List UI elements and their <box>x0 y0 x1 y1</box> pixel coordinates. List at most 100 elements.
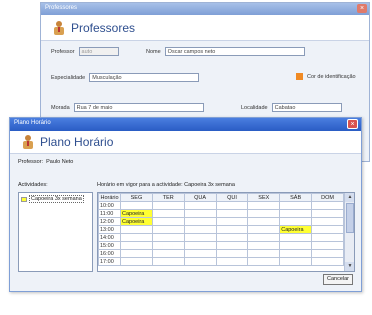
schedule-cell[interactable] <box>183 249 217 258</box>
scroll-thumb[interactable] <box>346 203 354 233</box>
schedule-cell[interactable] <box>247 217 281 226</box>
schedule-cell[interactable] <box>120 225 153 234</box>
teacher-icon <box>22 135 34 149</box>
schedule-cell[interactable] <box>151 249 185 258</box>
time-cell: 16:00 <box>98 249 121 258</box>
teacher-icon <box>53 20 65 35</box>
schedule-cell[interactable] <box>279 249 313 258</box>
nome-field[interactable]: Oscar campos neto <box>164 47 305 56</box>
professor-label: Professor <box>51 48 75 55</box>
schedule-cell[interactable] <box>247 241 281 250</box>
schedule-cell[interactable] <box>279 217 313 226</box>
schedule-cell[interactable] <box>215 249 249 258</box>
scroll-down-icon[interactable]: ▼ <box>345 262 354 271</box>
schedule-cell[interactable] <box>215 241 249 250</box>
schedule-cell[interactable] <box>151 257 185 266</box>
schedule-cell[interactable] <box>279 241 313 250</box>
schedule-cell[interactable] <box>247 257 281 266</box>
schedule-cell[interactable] <box>311 233 344 242</box>
schedule-cell[interactable] <box>311 257 344 266</box>
time-cell: 17:00 <box>98 257 121 266</box>
activities-list[interactable]: Capoeira 3x semana <box>18 192 93 272</box>
schedule-cell[interactable] <box>120 257 153 266</box>
schedule-cell[interactable] <box>183 217 217 226</box>
table-row: 16:00 <box>98 249 344 258</box>
schedule-cell[interactable] <box>120 201 153 210</box>
professor-id-field[interactable]: auto <box>78 47 119 56</box>
schedule-cell[interactable] <box>247 201 281 210</box>
column-header-sab: SÁB <box>279 193 313 202</box>
schedule-cell[interactable] <box>215 233 249 242</box>
schedule-cell[interactable] <box>215 225 249 234</box>
table-row: 12:00 Capoeira <box>98 217 344 226</box>
schedule-cell[interactable] <box>151 225 185 234</box>
professor-label: Professor: <box>18 159 44 165</box>
time-cell: 11:00 <box>98 209 121 218</box>
schedule-cell[interactable] <box>183 233 217 242</box>
localidade-field[interactable]: Cabatao <box>271 103 342 112</box>
schedule-cell[interactable] <box>279 233 313 242</box>
schedule-cell[interactable] <box>279 209 313 218</box>
schedule-cell[interactable] <box>183 257 217 266</box>
schedule-cell[interactable]: Capoeira <box>120 209 153 218</box>
schedule-cell[interactable] <box>120 233 153 242</box>
schedule-cell[interactable] <box>247 233 281 242</box>
schedule-cell[interactable] <box>311 249 344 258</box>
plano-horario-titlebar[interactable]: Plano Horário × <box>10 118 361 131</box>
schedule-cell[interactable] <box>120 249 153 258</box>
cancelar-button[interactable]: Cancelar <box>323 274 353 285</box>
schedule-cell[interactable] <box>151 209 185 218</box>
morada-field[interactable]: Rua 7 de maio <box>73 103 204 112</box>
schedule-cell[interactable] <box>120 241 153 250</box>
schedule-scrollbar[interactable]: ▲ ▼ <box>344 193 354 271</box>
schedule-cell[interactable] <box>215 201 249 210</box>
schedule-cell[interactable] <box>311 241 344 250</box>
professores-titlebar[interactable]: Professores × <box>41 3 369 15</box>
column-header-qui: QUI <box>215 193 249 202</box>
schedule-label: Horário em vigor para a actividade: Capo… <box>97 182 235 188</box>
schedule-cell[interactable] <box>311 217 344 226</box>
nome-label: Nome <box>146 48 161 55</box>
schedule-cell[interactable] <box>279 201 313 210</box>
plano-horario-close-icon[interactable]: × <box>347 119 358 129</box>
schedule-cell[interactable] <box>183 225 217 234</box>
column-header-ter: TER <box>151 193 185 202</box>
schedule-cell[interactable] <box>151 233 185 242</box>
schedule-cell[interactable] <box>247 249 281 258</box>
schedule-cell[interactable] <box>311 209 344 218</box>
professor-name: Paulo Neto <box>46 159 74 165</box>
schedule-cell[interactable] <box>151 217 185 226</box>
scroll-up-icon[interactable]: ▲ <box>345 193 354 202</box>
table-row: 13:00 Capoeira <box>98 225 344 234</box>
especialidade-label: Especialidade <box>51 74 86 81</box>
schedule-cell[interactable] <box>215 257 249 266</box>
schedule-cell[interactable]: Capoeira <box>279 225 313 234</box>
professores-close-icon[interactable]: × <box>357 4 367 13</box>
professor-row: Professor: Paulo Neto <box>18 159 73 165</box>
especialidade-field[interactable]: Musculação <box>89 73 200 82</box>
schedule-cell[interactable] <box>151 201 185 210</box>
schedule-cell[interactable] <box>247 209 281 218</box>
table-row: 11:00 Capoeira <box>98 209 344 218</box>
schedule-cell[interactable]: Capoeira <box>120 217 153 226</box>
schedule-cell[interactable] <box>151 241 185 250</box>
plano-horario-window-title: Plano Horário <box>14 120 51 126</box>
schedule-cell[interactable] <box>279 257 313 266</box>
schedule-cell[interactable] <box>183 241 217 250</box>
schedule-cell[interactable] <box>215 217 249 226</box>
column-header-horario: Horário <box>98 193 121 202</box>
identification-color-icon[interactable] <box>296 73 303 80</box>
activity-color-swatch <box>21 196 27 202</box>
time-cell: 15:00 <box>98 241 121 250</box>
schedule-cell[interactable] <box>183 201 217 210</box>
schedule-cell[interactable] <box>183 209 217 218</box>
activities-label: Actividades: <box>18 182 48 188</box>
schedule-cell[interactable] <box>215 209 249 218</box>
time-cell: 13:00 <box>98 225 121 234</box>
schedule-cell[interactable] <box>247 225 281 234</box>
schedule-cell[interactable] <box>311 201 344 210</box>
schedule-cell[interactable] <box>311 225 344 234</box>
list-item[interactable]: Capoeira 3x semana <box>19 193 92 205</box>
schedule-grid[interactable]: Horário SEG TER QUA QUI SEX SÁB DOM 10:0… <box>97 192 355 272</box>
plano-horario-window: Plano Horário × Plano Horário Professor:… <box>9 117 362 292</box>
